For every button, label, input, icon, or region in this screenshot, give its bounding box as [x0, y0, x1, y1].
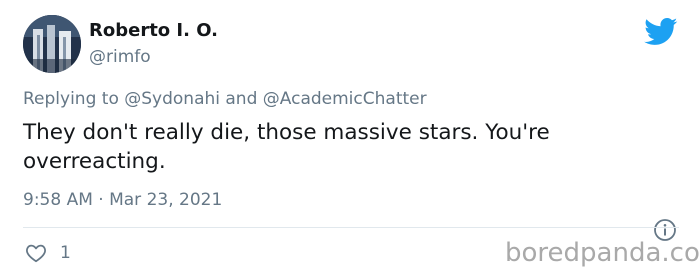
replying-to-prefix: Replying to — [23, 89, 125, 109]
twitter-bird-icon[interactable] — [644, 18, 678, 46]
replying-to-joiner: and — [219, 89, 263, 109]
avatar[interactable] — [23, 15, 81, 73]
mention-link-academicchatter[interactable]: @AcademicChatter — [263, 89, 427, 109]
like-count: 1 — [60, 243, 71, 263]
replying-to-line: Replying to @Sydonahi and @AcademicChatt… — [23, 87, 427, 111]
mention-link-sydonahi[interactable]: @Sydonahi — [124, 89, 220, 109]
author-display-name[interactable]: Roberto I. O. — [89, 19, 218, 43]
author-handle[interactable]: @rimfo — [89, 46, 151, 68]
watermark: boredpanda.com — [505, 238, 700, 268]
heart-icon[interactable] — [25, 242, 47, 264]
avatar-image — [23, 15, 81, 73]
divider — [23, 227, 679, 228]
tweet-timestamp[interactable]: 9:58 AM · Mar 23, 2021 — [23, 188, 222, 212]
tweet-text: They don't really die, those massive sta… — [23, 120, 550, 174]
